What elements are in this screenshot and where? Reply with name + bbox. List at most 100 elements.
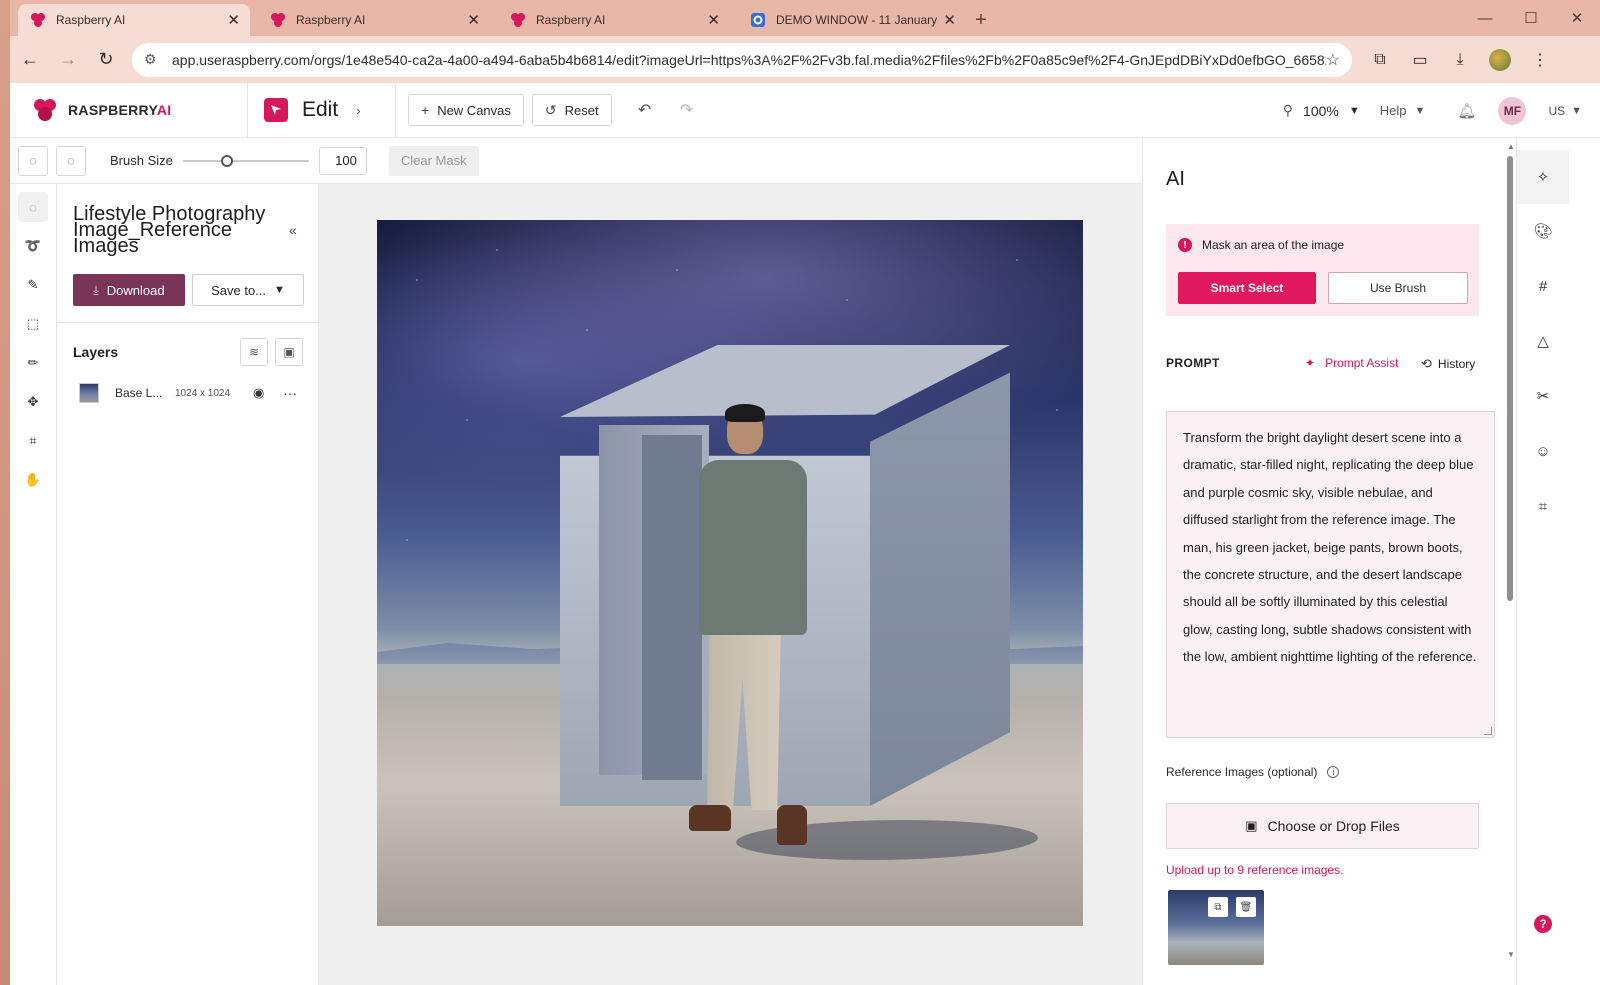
scrollbar-thumb[interactable] [1507,156,1513,601]
bell-icon[interactable]: 🔔︎ [1457,102,1476,120]
redo-icon[interactable]: ↷ [666,94,708,126]
raspberry-favicon-icon [271,13,285,27]
add-image-layer-icon[interactable]: ▣ [275,338,303,366]
zoom-control[interactable]: ⚲ 100% ▼ [1283,102,1360,119]
choose-files-label: Choose or Drop Files [1267,818,1400,834]
info-icon[interactable]: i [1327,766,1340,778]
save-to-button[interactable]: Save to... ▼ [192,274,304,306]
lasso-icon[interactable]: ➰ [18,231,48,261]
smart-select-button[interactable]: Smart Select [1178,272,1316,304]
trash-icon[interactable]: 🗑︎ [1236,897,1256,917]
slider-thumb[interactable] [220,154,233,167]
choose-files-button[interactable]: ▣ Choose or Drop Files [1166,803,1479,849]
undo-icon[interactable]: ↶ [624,94,666,126]
brand[interactable]: RASPBERRYAI [10,82,248,138]
clear-mask-button[interactable]: Clear Mask [388,145,479,176]
profile-avatar-icon[interactable] [1489,48,1511,71]
canvas-area[interactable] [319,184,1142,985]
palette-icon[interactable]: 🎨︎ [1517,204,1569,258]
face-scan-icon[interactable]: ⌗ [1517,479,1569,533]
address-bar[interactable]: ⚙ app.useraspberry.com/orgs/1e48e540-ca2… [132,42,1352,77]
new-tab-button[interactable]: + [966,4,996,36]
tools-icon[interactable]: ✂ [1517,369,1569,423]
browser-tab-4[interactable]: DEMO WINDOW - 11 January 2 ✕ [738,4,966,36]
crop-icon[interactable]: ⧉ [1208,897,1228,917]
shapes-icon[interactable]: △ [1517,314,1569,368]
tool-rail: ◌ ➰ ✎ ⬚ ✏ ✥ ⌗ ✋ [10,184,57,985]
chevron-down-icon: ▼ [274,284,285,296]
canvas-image[interactable] [377,220,1083,926]
reference-thumbnail[interactable]: ⧉ 🗑︎ [1168,890,1264,965]
smart-select-icon[interactable]: ◌ [18,192,48,222]
close-tab-icon[interactable]: ✕ [943,11,956,29]
person-jacket [699,460,807,635]
history-icon: ⟲ [1421,356,1432,371]
prompt-textarea[interactable]: Transform the bright daylight desert sce… [1166,411,1495,738]
ai-panel-scrollbar[interactable]: ▲ ▼ [1505,140,1515,985]
back-icon[interactable]: ← [12,42,48,78]
prompt-assist-button[interactable]: ✦ Prompt Assist [1305,356,1398,370]
reference-images-label: Reference Images (optional) i [1166,765,1340,779]
pattern-grid-icon[interactable]: # [1517,259,1569,313]
resize-handle-icon[interactable] [1484,727,1492,735]
forward-icon[interactable]: → [50,42,86,78]
browser-tab-2[interactable]: Raspberry AI ✕ [258,4,490,36]
new-canvas-button[interactable]: + New Canvas [408,94,524,126]
chevron-right-icon[interactable]: › [356,103,360,118]
hand-icon[interactable]: ✋ [18,465,48,495]
crop-icon[interactable]: ⌗ [18,426,48,456]
help-chat-icon[interactable]: ? [1534,915,1552,933]
site-settings-icon[interactable]: ⚙ [144,51,164,68]
tab-strip: Raspberry AI ✕ Raspberry AI ✕ Raspberry … [10,0,1600,36]
download-icon[interactable]: ⤓ [1440,42,1480,78]
browser-menu-icon[interactable]: ⋮ [1520,42,1560,78]
mask-message: Mask an area of the image [1202,238,1345,252]
search-icon: ⚲ [1282,102,1294,118]
reset-button[interactable]: ↺ Reset [531,94,612,126]
download-button[interactable]: ⤓ Download [73,274,185,306]
prompt-label: PROMPT [1166,356,1220,370]
brand-name: RASPBERRYAI [68,102,172,118]
marquee-icon[interactable]: ⬚ [18,309,48,339]
subtract-mask-icon[interactable]: ◌ [56,145,86,176]
person-boot-left [689,805,731,831]
tab-title: Raspberry AI [296,13,366,27]
reload-icon[interactable]: ↻ [88,42,124,78]
minimize-icon[interactable]: — [1462,0,1508,36]
cast-icon[interactable]: ▭ [1400,42,1440,78]
raspberry-favicon-icon [31,13,45,27]
locale-menu[interactable]: US ▼ [1548,104,1582,118]
help-menu[interactable]: Help ▼ [1380,103,1426,118]
close-tab-icon[interactable]: ✕ [227,11,240,29]
layers-stack-icon[interactable]: ≋ [240,338,268,366]
browser-tab-1[interactable]: Raspberry AI ✕ [18,4,250,36]
bookmark-star-icon[interactable]: ☆ [1326,50,1340,70]
ai-sparkle-icon[interactable]: ✧ [1517,150,1569,204]
avatar[interactable]: MF [1498,96,1527,125]
extensions-icon[interactable]: ⧉ [1360,42,1400,78]
close-window-icon[interactable]: ✕ [1554,0,1600,36]
brush-icon[interactable]: ✏ [18,348,48,378]
face-icon[interactable]: ☺ [1517,424,1569,478]
use-brush-button[interactable]: Use Brush [1328,272,1468,304]
magic-brush-icon[interactable]: ✎ [18,270,48,300]
layer-row[interactable]: Base L... 1024 x 1024 ◉ ··· [79,382,309,404]
mode-switcher[interactable]: Edit › [248,82,396,138]
brush-size-input[interactable]: 100 [318,146,367,175]
more-options-icon[interactable]: ··· [283,385,297,401]
ai-panel: AI ! Mask an area of the image Smart Sel… [1142,138,1516,985]
reset-label: Reset [564,102,599,118]
move-icon[interactable]: ✥ [18,387,48,417]
close-tab-icon[interactable]: ✕ [707,11,720,29]
history-button[interactable]: ⟲ History [1421,356,1475,372]
brush-size-slider[interactable] [182,153,309,169]
maximize-icon[interactable]: ☐ [1508,0,1554,36]
close-tab-icon[interactable]: ✕ [467,11,480,29]
scroll-up-icon[interactable]: ▲ [1507,142,1515,151]
add-mask-icon[interactable]: ◌ [18,145,48,176]
collapse-panel-icon[interactable]: « [289,222,297,238]
edit-cursor-icon [264,98,288,122]
eye-icon[interactable]: ◉ [253,385,283,401]
browser-tab-3[interactable]: Raspberry AI ✕ [498,4,730,36]
scroll-down-icon[interactable]: ▼ [1507,950,1515,959]
